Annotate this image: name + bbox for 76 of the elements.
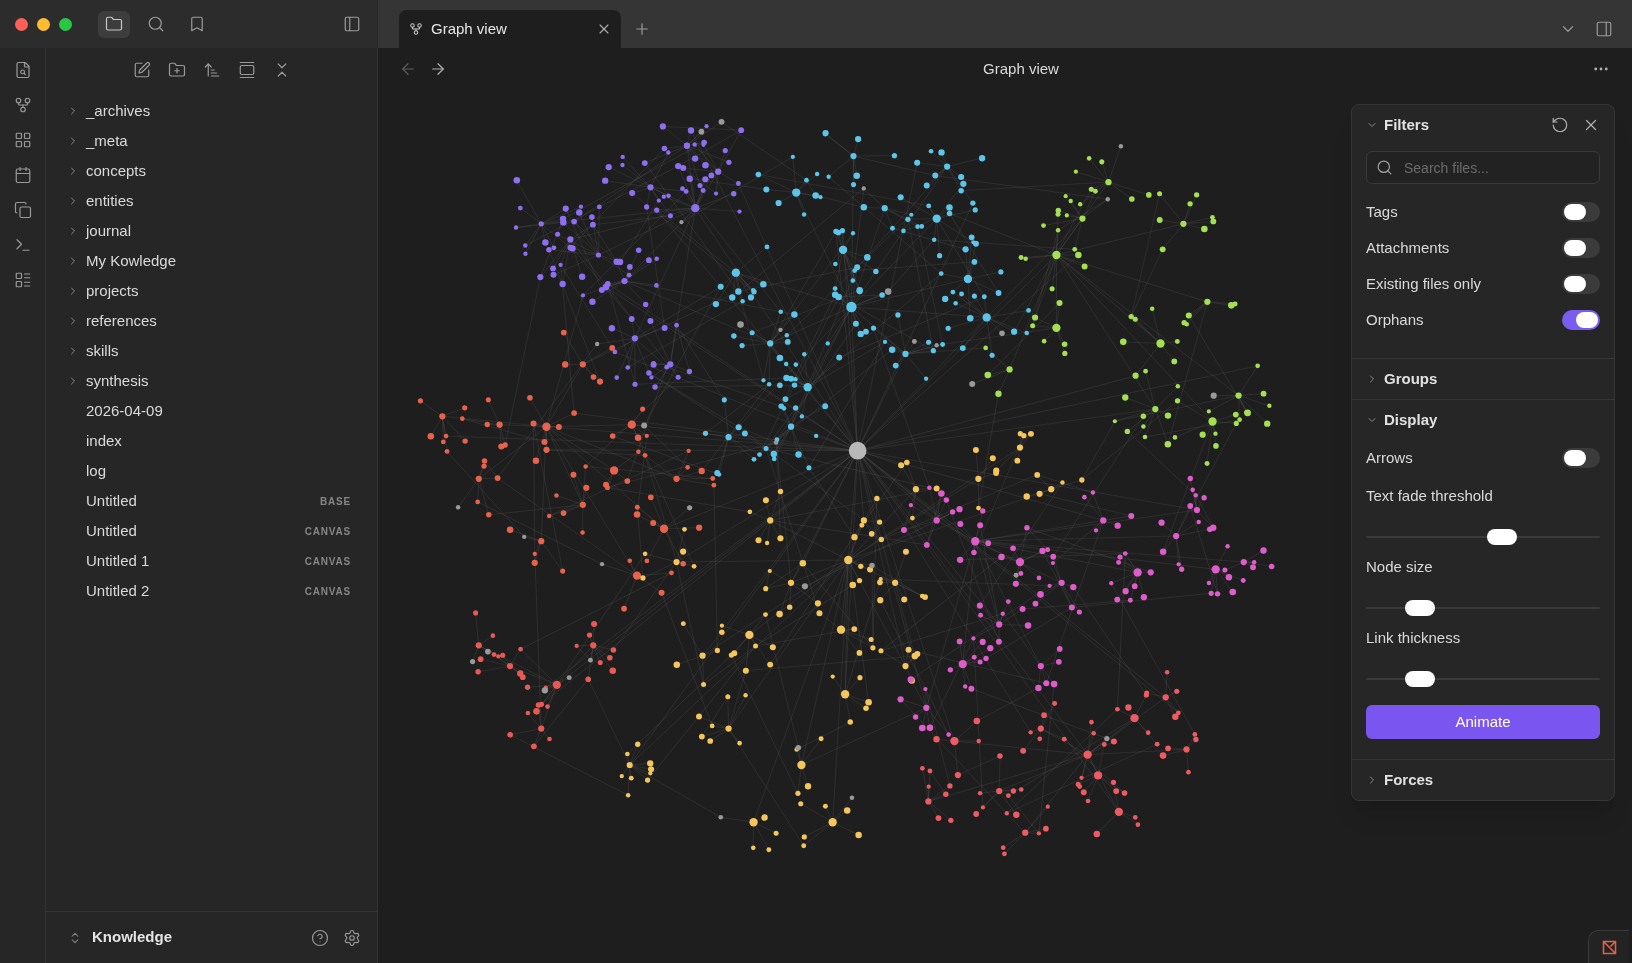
- folder-name[interactable]: synthesis: [86, 369, 149, 393]
- file-type-label: CANVAS: [304, 554, 351, 569]
- tab[interactable]: Graph view: [399, 10, 621, 48]
- calendar-icon[interactable]: [13, 166, 32, 184]
- slider-label: Node size: [1366, 556, 1433, 577]
- view-title: Graph view: [983, 58, 1059, 79]
- slider-thumb[interactable]: [1404, 671, 1435, 687]
- file-name[interactable]: log: [86, 459, 107, 483]
- window-close-icon[interactable]: [15, 17, 28, 31]
- settings-icon[interactable]: [343, 928, 361, 947]
- toggle-switch[interactable]: [1562, 310, 1600, 330]
- slider-label: Text fade threshold: [1366, 485, 1493, 506]
- section-header[interactable]: Display: [1366, 408, 1438, 432]
- reset-icon[interactable]: [1551, 116, 1569, 134]
- vault-switcher[interactable]: Knowledge: [68, 926, 172, 949]
- new-tab-icon[interactable]: [633, 20, 651, 38]
- file-name[interactable]: Untitled 1: [86, 549, 150, 573]
- folder-icon: [105, 15, 123, 33]
- toggle-label: Orphans: [1366, 309, 1424, 330]
- fork-icon[interactable]: [13, 96, 32, 114]
- file-name[interactable]: 2026-04-09: [86, 399, 163, 423]
- file-type-label: CANVAS: [304, 584, 351, 599]
- slider-thumb[interactable]: [1404, 600, 1435, 616]
- folder-name[interactable]: _archives: [86, 99, 151, 123]
- search-icon[interactable]: [147, 15, 165, 33]
- toggle-label: Existing files only: [1366, 273, 1482, 294]
- toggle-switch[interactable]: [1562, 274, 1600, 294]
- file-search-icon[interactable]: [13, 61, 32, 79]
- files-view-button[interactable]: [98, 10, 130, 38]
- sidebar-toggle-icon[interactable]: [1595, 20, 1613, 38]
- section-header[interactable]: Forces: [1366, 768, 1434, 792]
- slider-label: Link thickness: [1366, 627, 1461, 648]
- toggle-label: Attachments: [1366, 237, 1450, 258]
- toggle-switch[interactable]: [1562, 448, 1600, 468]
- toggle-switch[interactable]: [1562, 238, 1600, 258]
- folder-name[interactable]: entities: [86, 189, 134, 213]
- slider-track[interactable]: [1366, 529, 1600, 545]
- section-header[interactable]: Groups: [1366, 367, 1438, 391]
- folder-name[interactable]: skills: [86, 339, 119, 363]
- toggle-label: Arrows: [1366, 447, 1413, 468]
- search-icon: [1376, 159, 1393, 176]
- gallery-icon[interactable]: [237, 61, 256, 79]
- animate-button[interactable]: Animate: [1366, 705, 1600, 739]
- grid-icon[interactable]: [13, 131, 32, 149]
- window-zoom-icon[interactable]: [59, 17, 72, 31]
- help-icon[interactable]: [311, 928, 329, 947]
- file-type-label: BASE: [320, 494, 351, 509]
- folder-name[interactable]: journal: [86, 219, 132, 243]
- fork-icon: [409, 22, 423, 36]
- sidebar-toggle-icon[interactable]: [343, 15, 361, 33]
- file-type-label: CANVAS: [304, 524, 351, 539]
- folder-name[interactable]: My Kowledge: [86, 249, 177, 273]
- section-header[interactable]: Filters: [1366, 113, 1429, 137]
- folder-name[interactable]: references: [86, 309, 157, 333]
- slider-track[interactable]: [1366, 671, 1600, 687]
- list-icon[interactable]: [13, 271, 32, 289]
- copy-icon[interactable]: [13, 201, 32, 219]
- file-name[interactable]: Untitled: [86, 519, 137, 543]
- sort-icon[interactable]: [202, 61, 221, 79]
- new-folder-icon[interactable]: [167, 61, 186, 79]
- file-name[interactable]: index: [86, 429, 122, 453]
- folder-name[interactable]: projects: [86, 279, 139, 303]
- terminal-icon[interactable]: [13, 236, 32, 254]
- file-name[interactable]: Untitled: [86, 489, 137, 513]
- search-field[interactable]: Search files...: [1366, 151, 1600, 184]
- folder-name[interactable]: concepts: [86, 159, 147, 183]
- window-minimize-icon[interactable]: [37, 17, 50, 31]
- toggle-switch[interactable]: [1562, 202, 1600, 222]
- new-note-icon[interactable]: [132, 61, 151, 79]
- toggle-label: Tags: [1366, 201, 1398, 222]
- forward-arrow-icon[interactable]: [429, 60, 447, 78]
- slider-track[interactable]: [1366, 600, 1600, 616]
- file-name[interactable]: Untitled 2: [86, 579, 150, 603]
- slider-thumb[interactable]: [1486, 529, 1517, 545]
- bookmark-icon[interactable]: [188, 15, 206, 33]
- folder-name[interactable]: _meta: [86, 129, 128, 153]
